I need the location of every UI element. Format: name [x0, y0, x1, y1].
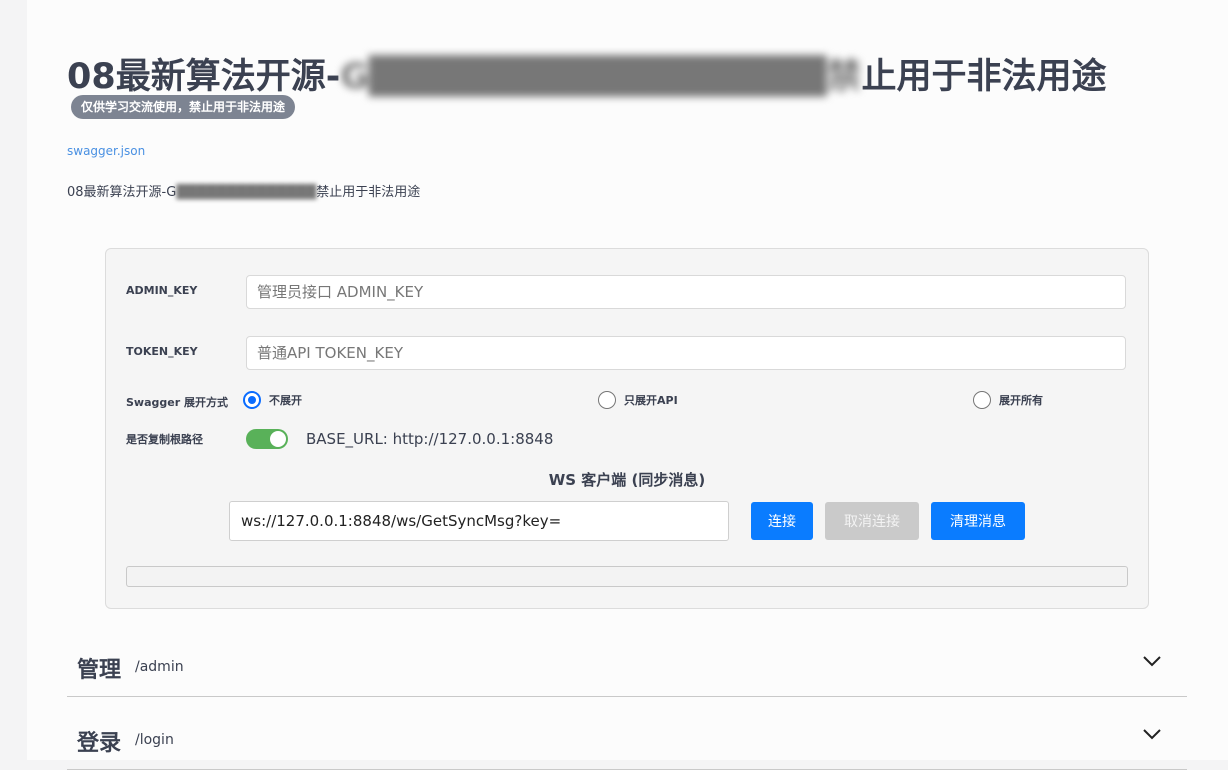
page-title: 08最新算法开源-G█████████████████禁止用于非法用途: [67, 48, 1107, 99]
notice-badge: 仅供学习交流使用，禁止用于非法用途: [71, 95, 296, 119]
section-admin-name: 管理: [77, 658, 122, 683]
connect-button[interactable]: 连接: [751, 502, 813, 540]
copy-root-toggle[interactable]: [246, 429, 288, 449]
section-admin[interactable]: 管理 /admin: [67, 627, 1187, 697]
swagger-expand-label: Swagger 展开方式: [126, 396, 228, 409]
admin-key-input[interactable]: [246, 275, 1126, 309]
base-url-text: BASE_URL: http://127.0.0.1:8848: [306, 430, 554, 448]
toggle-knob: [270, 431, 286, 447]
chevron-down-icon[interactable]: [1143, 655, 1161, 667]
section-admin-path: /admin: [135, 659, 184, 675]
radio-no-expand-circle[interactable]: [243, 391, 261, 409]
disconnect-button[interactable]: 取消连接: [825, 502, 919, 540]
description-end: 禁止用于非法用途: [316, 185, 421, 200]
settings-panel: ADMIN_KEY TOKEN_KEY Swagger 展开方式 不展开 只展开…: [105, 248, 1149, 609]
page-description: 08最新算法开源-G██████████████禁止用于非法用途: [67, 181, 420, 200]
ws-url-input[interactable]: [229, 501, 729, 541]
token-key-input[interactable]: [246, 336, 1126, 370]
title-text-end: 止用于非法用途: [861, 57, 1107, 97]
ws-client-title: WS 客户端 (同步消息): [548, 471, 706, 489]
admin-key-label: ADMIN_KEY: [126, 284, 198, 297]
copy-root-label: 是否复制根路径: [126, 433, 203, 446]
radio-expand-all-label: 展开所有: [999, 394, 1043, 407]
radio-expand-api-label: 只展开API: [624, 394, 678, 407]
radio-expand-api[interactable]: 只展开API: [598, 391, 678, 409]
radio-expand-all-circle[interactable]: [973, 391, 991, 409]
description-start: 08最新算法开源-G: [67, 185, 177, 200]
description-redacted: ██████████████: [176, 185, 317, 200]
title-text-redacted: G█████████████████禁: [340, 57, 862, 97]
radio-no-expand-label: 不展开: [269, 394, 302, 407]
token-key-label: TOKEN_KEY: [126, 345, 198, 358]
swagger-json-link[interactable]: swagger.json: [67, 144, 145, 158]
radio-expand-all[interactable]: 展开所有: [973, 391, 1043, 409]
title-text-start: 08最新算法开源-: [67, 57, 341, 97]
section-login-name: 登录: [77, 731, 122, 756]
clear-messages-button[interactable]: 清理消息: [931, 502, 1025, 540]
radio-no-expand[interactable]: 不展开: [243, 391, 302, 409]
ws-message-box[interactable]: [126, 566, 1128, 587]
page: 08最新算法开源-G█████████████████禁止用于非法用途 仅供学习…: [27, 0, 1228, 770]
chevron-down-icon[interactable]: [1143, 728, 1161, 740]
radio-expand-api-circle[interactable]: [598, 391, 616, 409]
section-login-path: /login: [135, 732, 174, 748]
